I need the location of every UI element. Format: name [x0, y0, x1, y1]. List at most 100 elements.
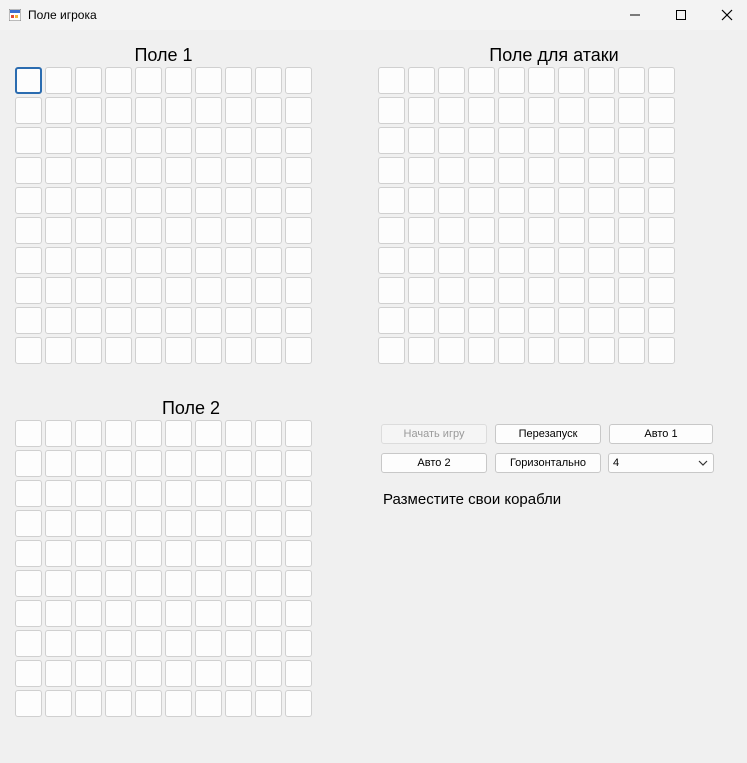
field2-cell[interactable]: [255, 510, 282, 537]
field1-cell[interactable]: [15, 127, 42, 154]
field1-cell[interactable]: [195, 157, 222, 184]
field2-cell[interactable]: [195, 660, 222, 687]
attack-cell[interactable]: [528, 337, 555, 364]
field1-cell[interactable]: [165, 307, 192, 334]
field1-cell[interactable]: [195, 307, 222, 334]
field1-cell[interactable]: [255, 217, 282, 244]
field1-cell[interactable]: [75, 97, 102, 124]
field1-cell[interactable]: [135, 67, 162, 94]
attack-cell[interactable]: [438, 247, 465, 274]
field2-cell[interactable]: [255, 420, 282, 447]
attack-cell[interactable]: [648, 157, 675, 184]
field2-cell[interactable]: [105, 600, 132, 627]
field2-cell[interactable]: [105, 540, 132, 567]
field2-cell[interactable]: [45, 570, 72, 597]
field1-cell[interactable]: [225, 307, 252, 334]
attack-cell[interactable]: [528, 127, 555, 154]
attack-cell[interactable]: [558, 337, 585, 364]
field2-cell[interactable]: [45, 480, 72, 507]
field2-cell[interactable]: [195, 630, 222, 657]
field1-cell[interactable]: [195, 277, 222, 304]
field1-cell[interactable]: [195, 187, 222, 214]
field2-cell[interactable]: [255, 600, 282, 627]
attack-cell[interactable]: [468, 307, 495, 334]
field1-cell[interactable]: [195, 97, 222, 124]
field1-cell[interactable]: [225, 157, 252, 184]
field1-cell[interactable]: [255, 337, 282, 364]
field2-cell[interactable]: [45, 600, 72, 627]
field2-cell[interactable]: [195, 450, 222, 477]
field2-cell[interactable]: [195, 570, 222, 597]
attack-cell[interactable]: [618, 307, 645, 334]
field1-cell[interactable]: [225, 127, 252, 154]
field2-cell[interactable]: [165, 420, 192, 447]
attack-cell[interactable]: [498, 127, 525, 154]
field1-cell[interactable]: [45, 187, 72, 214]
attack-cell[interactable]: [618, 157, 645, 184]
attack-cell[interactable]: [558, 307, 585, 334]
field1-cell[interactable]: [45, 97, 72, 124]
field1-cell[interactable]: [195, 127, 222, 154]
attack-cell[interactable]: [648, 337, 675, 364]
attack-cell[interactable]: [558, 277, 585, 304]
field2-cell[interactable]: [15, 540, 42, 567]
field2-cell[interactable]: [285, 630, 312, 657]
field1-cell[interactable]: [105, 67, 132, 94]
field2-cell[interactable]: [15, 600, 42, 627]
field2-cell[interactable]: [45, 630, 72, 657]
field1-cell[interactable]: [165, 187, 192, 214]
field1-cell[interactable]: [75, 127, 102, 154]
field2-cell[interactable]: [225, 570, 252, 597]
attack-cell[interactable]: [408, 247, 435, 274]
start-game-button[interactable]: Начать игру: [381, 424, 487, 444]
attack-cell[interactable]: [618, 277, 645, 304]
field1-cell[interactable]: [135, 187, 162, 214]
attack-cell[interactable]: [588, 67, 615, 94]
field1-cell[interactable]: [285, 337, 312, 364]
field2-cell[interactable]: [225, 630, 252, 657]
field1-cell[interactable]: [45, 337, 72, 364]
attack-cell[interactable]: [438, 157, 465, 184]
attack-cell[interactable]: [498, 247, 525, 274]
attack-cell[interactable]: [648, 127, 675, 154]
field1-cell[interactable]: [255, 307, 282, 334]
field1-cell[interactable]: [255, 247, 282, 274]
attack-cell[interactable]: [378, 67, 405, 94]
attack-cell[interactable]: [618, 337, 645, 364]
field1-cell[interactable]: [105, 217, 132, 244]
field1-cell[interactable]: [135, 307, 162, 334]
attack-cell[interactable]: [498, 97, 525, 124]
field1-cell[interactable]: [285, 127, 312, 154]
field2-cell[interactable]: [15, 660, 42, 687]
attack-cell[interactable]: [378, 307, 405, 334]
field2-cell[interactable]: [15, 450, 42, 477]
attack-cell[interactable]: [438, 187, 465, 214]
field2-cell[interactable]: [75, 690, 102, 717]
field1-cell[interactable]: [15, 217, 42, 244]
field2-cell[interactable]: [105, 480, 132, 507]
attack-cell[interactable]: [498, 67, 525, 94]
field2-cell[interactable]: [285, 450, 312, 477]
field2-cell[interactable]: [225, 450, 252, 477]
field1-cell[interactable]: [285, 277, 312, 304]
field1-cell[interactable]: [75, 247, 102, 274]
field2-cell[interactable]: [285, 510, 312, 537]
minimize-button[interactable]: [612, 0, 658, 30]
field2-cell[interactable]: [195, 540, 222, 567]
field1-cell[interactable]: [165, 127, 192, 154]
field1-cell[interactable]: [15, 157, 42, 184]
field1-cell[interactable]: [45, 157, 72, 184]
field1-cell[interactable]: [195, 217, 222, 244]
attack-cell[interactable]: [528, 307, 555, 334]
field1-cell[interactable]: [15, 97, 42, 124]
attack-cell[interactable]: [528, 247, 555, 274]
field2-cell[interactable]: [285, 540, 312, 567]
attack-cell[interactable]: [558, 187, 585, 214]
field2-cell[interactable]: [135, 420, 162, 447]
field2-cell[interactable]: [15, 690, 42, 717]
field2-cell[interactable]: [45, 660, 72, 687]
attack-cell[interactable]: [438, 337, 465, 364]
field1-cell[interactable]: [15, 67, 42, 94]
attack-cell[interactable]: [468, 247, 495, 274]
field2-cell[interactable]: [165, 630, 192, 657]
